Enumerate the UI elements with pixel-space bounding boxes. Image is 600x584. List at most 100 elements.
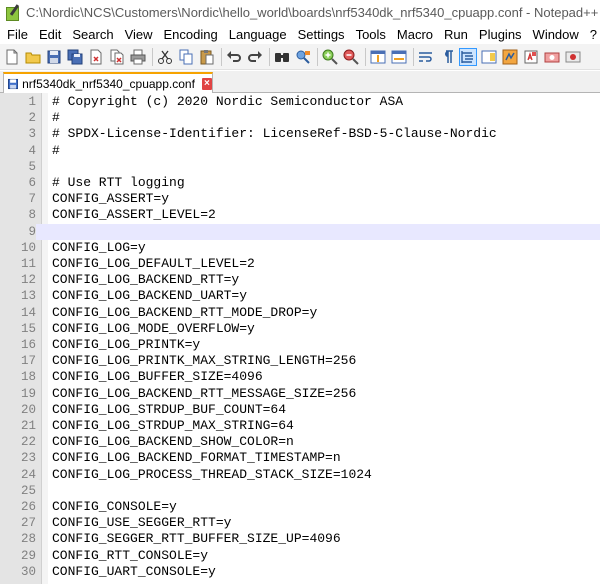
copy-icon[interactable] (178, 49, 194, 65)
document-map-icon[interactable] (481, 49, 497, 65)
line-number: 7 (28, 192, 36, 207)
menu-file[interactable]: File (0, 27, 32, 42)
close-tab-icon[interactable]: × (201, 77, 212, 90)
indent-guide-icon[interactable] (459, 47, 477, 66)
editor-line[interactable]: 9 (0, 223, 600, 240)
editor-line[interactable]: 23 CONFIG_LOG_BACKEND_FORMAT_TIMESTAMP=n (0, 450, 600, 466)
cut-icon[interactable] (157, 49, 173, 65)
close-icon[interactable] (88, 49, 104, 65)
menu-settings[interactable]: Settings (291, 27, 349, 42)
line-number: 11 (20, 257, 36, 271)
find-icon[interactable] (274, 49, 290, 65)
line-text: CONFIG_LOG_BACKEND_FORMAT_TIMESTAMP=n (52, 450, 341, 466)
word-wrap-icon[interactable] (418, 49, 434, 65)
editor-line[interactable]: 27 CONFIG_USE_SEGGER_RTT=y (0, 515, 600, 531)
line-number: 1 (28, 95, 36, 109)
line-text: CONFIG_LOG_PRINTK=y (52, 337, 201, 352)
editor-line[interactable]: 12 CONFIG_LOG_BACKEND_RTT=y (0, 272, 600, 288)
line-text: CONFIG_LOG_DEFAULT_LEVEL=2 (52, 256, 255, 271)
menu-edit[interactable]: Edit (32, 27, 65, 42)
editor-line[interactable]: 17 CONFIG_LOG_PRINTK_MAX_STRING_LENGTH=25… (0, 353, 600, 369)
line-number: 5 (28, 159, 36, 174)
line-number: 10 (20, 240, 36, 255)
editor-line[interactable]: 16 CONFIG_LOG_PRINTK=y (0, 337, 600, 353)
line-text: # SPDX-License-Identifier: LicenseRef-BS… (52, 126, 497, 142)
function-list-icon[interactable] (502, 49, 518, 65)
save-icon[interactable] (46, 49, 62, 65)
menu-macro[interactable]: Macro (390, 27, 437, 42)
line-number: 13 (20, 289, 36, 304)
window-title: C:\Nordic\NCS\Customers\Nordic\hello_wor… (26, 4, 599, 20)
replace-icon[interactable] (295, 49, 311, 65)
editor-line[interactable]: 15 CONFIG_LOG_MODE_OVERFLOW=y (0, 321, 600, 337)
editor-line[interactable]: 5 (0, 159, 600, 175)
editor-line[interactable]: 24 CONFIG_LOG_PROCESS_THREAD_STACK_SIZE=1… (0, 467, 600, 483)
undo-icon[interactable] (226, 49, 242, 65)
tab-nrf5340dk-conf[interactable]: nrf5340dk_nrf5340_cpuapp.conf × (3, 72, 213, 93)
monitoring-icon[interactable] (544, 49, 560, 65)
menu-plugins[interactable]: Plugins (472, 27, 526, 42)
code-editor[interactable]: 1 # Copyright (c) 2020 Nordic Semiconduct… (0, 93, 600, 584)
notepad-plus-plus-icon[interactable] (5, 4, 21, 21)
editor-line[interactable]: 6 # Use RTT logging (0, 175, 600, 191)
menu-language[interactable]: Language (222, 27, 291, 42)
editor-line[interactable]: 21 CONFIG_LOG_STRDUP_MAX_STRING=64 (0, 418, 600, 434)
editor-line[interactable]: 11 CONFIG_LOG_DEFAULT_LEVEL=2 (0, 256, 600, 272)
line-text: # (52, 142, 60, 158)
menu-help[interactable]: ? (583, 27, 600, 42)
line-number: 29 (20, 548, 36, 563)
line-number: 21 (20, 419, 36, 433)
editor-line[interactable]: 7 CONFIG_ASSERT=y (0, 191, 600, 207)
line-text: CONFIG_LOG_STRDUP_BUF_COUNT=64 (52, 401, 287, 417)
editor-line[interactable]: 14 CONFIG_LOG_BACKEND_RTT_MODE_DROP=y (0, 305, 600, 321)
line-text: CONFIG_USE_SEGGER_RTT=y (52, 515, 232, 531)
zoom-out-icon[interactable] (343, 49, 359, 65)
zoom-in-icon[interactable] (322, 49, 338, 65)
menu-tools[interactable]: Tools (349, 27, 390, 42)
show-all-chars-icon[interactable] (439, 49, 455, 65)
menu-encoding[interactable]: Encoding (157, 27, 222, 42)
menu-window[interactable]: Window (526, 27, 583, 42)
editor-line[interactable]: 18 CONFIG_LOG_BUFFER_SIZE=4096 (0, 369, 600, 385)
editor-line[interactable]: 25 (0, 483, 600, 499)
menu-search[interactable]: Search (65, 27, 117, 42)
line-number: 4 (28, 143, 36, 158)
line-text: CONFIG_RTT_CONSOLE=y (52, 547, 209, 563)
line-number: 26 (20, 500, 36, 514)
close-all-icon[interactable] (109, 49, 125, 65)
editor-line[interactable]: 8 CONFIG_ASSERT_LEVEL=2 (0, 207, 600, 223)
editor-line[interactable]: 30 CONFIG_UART_CONSOLE=y (0, 564, 600, 580)
line-number: 25 (20, 483, 36, 498)
editor-line[interactable]: 10 CONFIG_LOG=y (0, 240, 600, 256)
editor-line[interactable]: 3 # SPDX-License-Identifier: LicenseRef-B… (0, 126, 600, 142)
folder-workspace-icon[interactable] (523, 49, 539, 65)
sync-horizontal-icon[interactable] (391, 49, 407, 65)
menu-view[interactable]: View (118, 27, 157, 42)
open-file-icon[interactable] (25, 49, 41, 65)
line-text: # Copyright (c) 2020 Nordic Semiconducto… (52, 94, 404, 109)
line-number: 9 (0, 223, 36, 240)
save-all-icon[interactable] (67, 49, 83, 65)
editor-line[interactable]: 20 CONFIG_LOG_STRDUP_BUF_COUNT=64 (0, 402, 600, 418)
tab-bar: nrf5340dk_nrf5340_cpuapp.conf × (0, 71, 600, 93)
sync-vertical-icon[interactable] (370, 49, 386, 65)
paste-icon[interactable] (199, 49, 215, 65)
editor-line[interactable]: 13 CONFIG_LOG_BACKEND_UART=y (0, 288, 600, 304)
toolbar (0, 44, 600, 70)
editor-line[interactable]: 28 CONFIG_SEGGER_RTT_BUFFER_SIZE_UP=4096 (0, 531, 600, 547)
editor-line[interactable]: 4 # (0, 143, 600, 159)
toolbar-separator (152, 47, 153, 66)
redo-icon[interactable] (247, 49, 263, 65)
editor-line[interactable]: 29 CONFIG_RTT_CONSOLE=y (0, 548, 600, 564)
new-file-icon[interactable] (4, 49, 20, 65)
menu-run[interactable]: Run (437, 27, 472, 42)
line-number: 27 (20, 516, 36, 531)
editor-line[interactable]: 22 CONFIG_LOG_BACKEND_SHOW_COLOR=n (0, 434, 600, 450)
print-icon[interactable] (130, 49, 146, 65)
editor-line[interactable]: 19 CONFIG_LOG_BACKEND_RTT_MESSAGE_SIZE=25… (0, 386, 600, 402)
editor-line[interactable]: 1 # Copyright (c) 2020 Nordic Semiconduct… (0, 94, 600, 110)
line-text: CONFIG_UART_CONSOLE=y (52, 563, 216, 579)
editor-line[interactable]: 26 CONFIG_CONSOLE=y (0, 499, 600, 515)
record-macro-icon[interactable] (565, 49, 581, 65)
editor-line[interactable]: 2 # (0, 110, 600, 126)
